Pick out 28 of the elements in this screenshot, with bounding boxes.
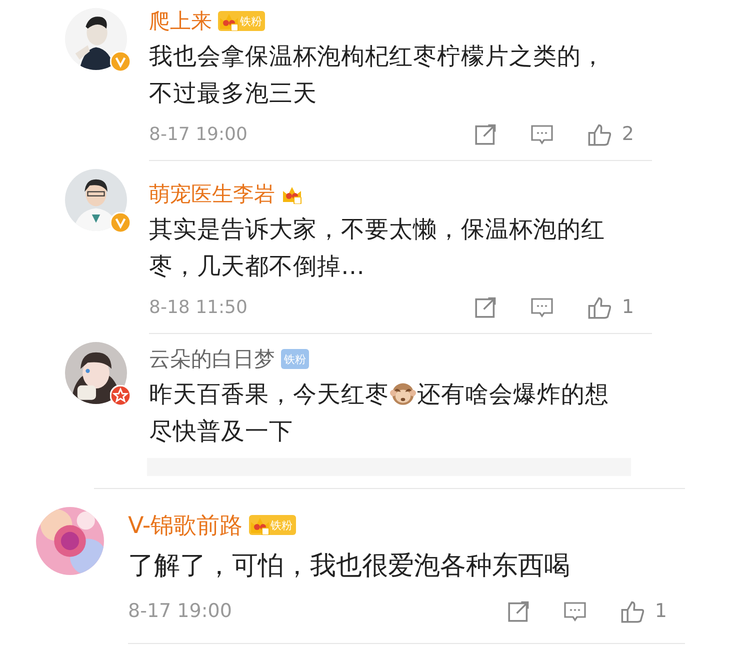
like-button[interactable]: 1 — [620, 598, 667, 624]
user-name[interactable]: 爬上来 — [149, 7, 212, 35]
comment-text: 还有啥会爆炸的想 — [417, 380, 609, 408]
thumbs-up-icon — [620, 598, 645, 624]
user-name[interactable]: 云朵的白日梦 — [149, 345, 275, 373]
thumbs-up-icon — [586, 122, 612, 146]
user-name[interactable]: V-锦歌前路 — [128, 510, 243, 540]
comment-time: 8-17 19:00 — [128, 600, 232, 622]
thumbs-up-icon — [586, 294, 612, 320]
comment-time: 8-17 19:00 — [149, 124, 248, 144]
comment-icon[interactable] — [530, 123, 553, 145]
comment-icon[interactable] — [530, 296, 553, 318]
like-button[interactable]: 2 — [586, 122, 634, 146]
share-icon[interactable] — [474, 123, 497, 145]
comment-text: 昨天百香果，今天红枣 — [149, 380, 389, 408]
comment-text: 尽快普及一下 — [149, 417, 293, 445]
comment-icon[interactable] — [564, 600, 586, 622]
share-icon[interactable] — [508, 600, 530, 622]
user-name[interactable]: 萌宠医生李岩 — [149, 180, 275, 208]
comment-text: 我也会拿保温杯泡枸杞红枣柠檬片之类的，不过最多泡三天 — [149, 42, 605, 107]
comment-time: 8-18 11:50 — [149, 296, 248, 318]
comment-text: 其实是告诉大家，不要太懒，保温杯泡的红枣，几天都不倒掉… — [149, 215, 605, 280]
share-icon[interactable] — [474, 296, 497, 318]
like-button[interactable]: 1 — [586, 294, 634, 320]
fan-badge: 铁粉 — [248, 515, 296, 535]
comment-text: 了解了，可怕，我也很爱泡各种东西喝 — [128, 551, 570, 581]
fan-badge: 铁粉 — [218, 11, 265, 31]
fan-badge: 铁粉 — [281, 349, 309, 369]
